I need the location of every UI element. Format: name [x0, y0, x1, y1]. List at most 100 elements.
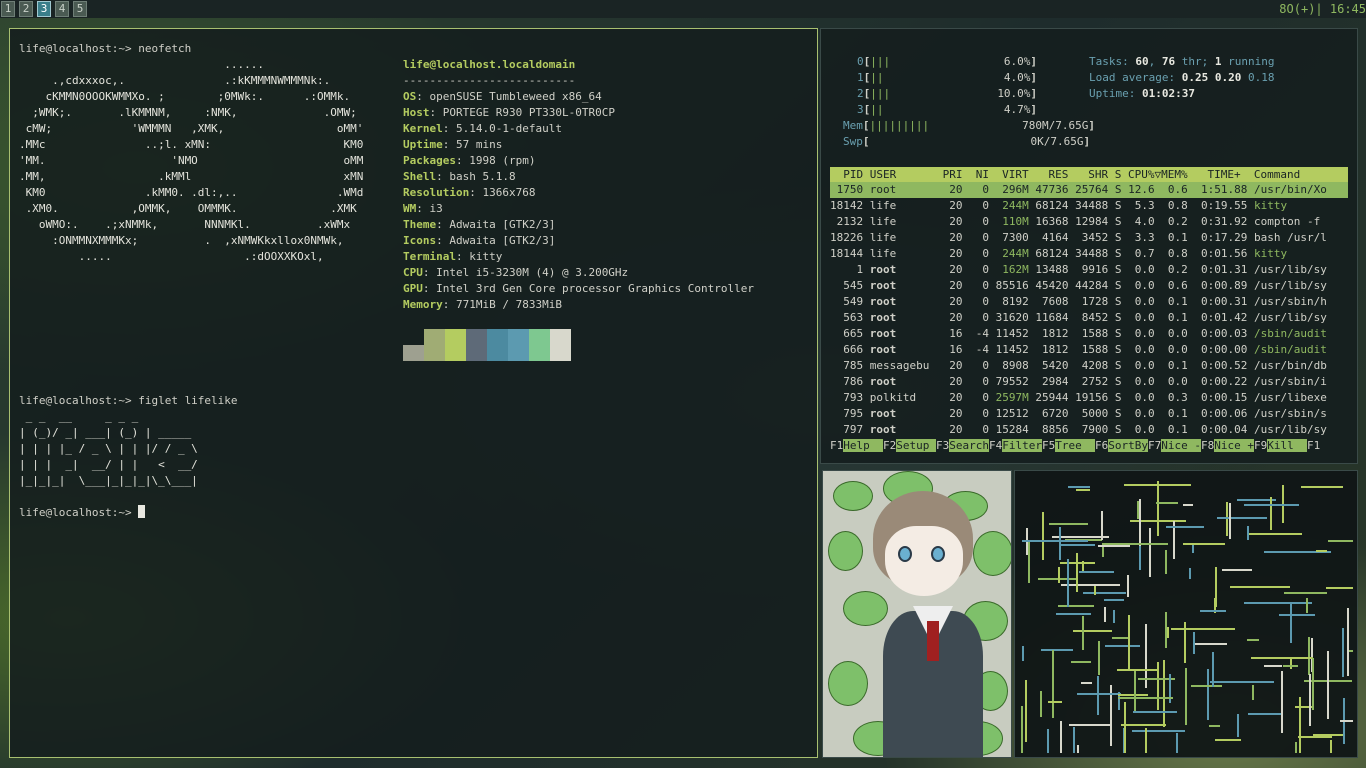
info-row-icons: Icons: Adwaita [GTK2/3] — [403, 234, 556, 247]
tasks-info: Tasks: 60, 76 thr; 1 running — [1089, 55, 1275, 68]
workspace-button-2[interactable]: 2 — [19, 1, 33, 17]
fkey-f5[interactable]: F5 — [1042, 439, 1055, 452]
info-row-cpu: CPU: Intel i5-3230M (4) @ 3.200GHz — [403, 266, 629, 279]
prompt-current[interactable]: life@localhost:~> — [19, 505, 146, 521]
process-row[interactable]: 18144 life 20 0 244M 68124 34488 S 0.7 0… — [830, 246, 1348, 262]
process-row[interactable]: 18226 life 20 0 7300 4164 3452 S 3.3 0.1… — [830, 230, 1348, 246]
pipe-segment — [1040, 691, 1042, 717]
fkey-label[interactable]: Kill — [1267, 439, 1307, 452]
color-swatch — [466, 329, 487, 361]
pipe-segment — [1022, 646, 1024, 661]
info-value: Adwaita [GTK2/3] — [449, 234, 556, 247]
fkey-label[interactable]: Setup — [896, 439, 936, 452]
load-label: Load average: — [1089, 71, 1182, 84]
pipe-segment — [1061, 584, 1120, 586]
info-value: 57 mins — [456, 138, 503, 151]
figlet-line: | | | |_ / _ \ | | |/ / _ \ — [19, 442, 198, 455]
pipe-segment — [1176, 733, 1178, 753]
info-row-os: OS: openSUSE Tumbleweed x86_64 — [403, 90, 602, 103]
cursor — [138, 505, 146, 518]
workspace-button-4[interactable]: 4 — [55, 1, 69, 17]
fkey-label[interactable]: Nice - — [1161, 439, 1201, 452]
ascii-line: ..... .:dOOXXKOxl, — [19, 250, 324, 263]
cpu-index: 1 — [857, 71, 864, 84]
info-row-kernel: Kernel: 5.14.0-1-default — [403, 122, 562, 135]
info-label: Packages — [403, 154, 456, 167]
info-row-resolution: Resolution: 1366x768 — [403, 186, 536, 199]
prompt-text: life@localhost:~> — [19, 506, 139, 519]
info-row-packages: Packages: 1998 (rpm) — [403, 154, 536, 167]
process-row[interactable]: 18142 life 20 0 244M 68124 34488 S 5.3 0… — [830, 198, 1348, 214]
fkey-f3[interactable]: F3 — [936, 439, 949, 452]
pipe-segment — [1022, 540, 1088, 542]
process-row[interactable]: 666 root 16 -4 11452 1812 1588 S 0.0 0.0… — [830, 342, 1348, 358]
process-row[interactable]: 795 root 20 0 12512 6720 5000 S 0.0 0.1 … — [830, 406, 1348, 422]
pipe-segment — [1139, 546, 1141, 570]
fkey-f9[interactable]: F9 — [1254, 439, 1267, 452]
ascii-line: :ONMMNXMMMKx; . ,xNMWKkxllox0NMWk, — [19, 234, 344, 247]
pipe-segment — [1081, 682, 1092, 684]
pipe-segment — [1312, 658, 1314, 710]
process-row[interactable]: 563 root 20 0 31620 11684 8452 S 0.0 0.1… — [830, 310, 1348, 326]
workspace-button-1[interactable]: 1 — [1, 1, 15, 17]
process-row[interactable]: 793 polkitd 20 0 2597M 25944 19156 S 0.0… — [830, 390, 1348, 406]
fkey-f4[interactable]: F4 — [989, 439, 1002, 452]
process-row[interactable]: 2132 life 20 0 110M 16368 12984 S 4.0 0.… — [830, 214, 1348, 230]
fkey-f2[interactable]: F2 — [883, 439, 896, 452]
pipe-segment — [1167, 627, 1169, 638]
fkey-label[interactable]: SortBy — [1108, 439, 1148, 452]
process-row[interactable]: 545 root 20 0 85516 45420 44284 S 0.0 0.… — [830, 278, 1348, 294]
process-row[interactable]: 786 root 20 0 79552 2984 2752 S 0.0 0.0 … — [830, 374, 1348, 390]
process-table-header[interactable]: PID USER PRI NI VIRT RES SHR S CPU%▽MEM%… — [830, 167, 1348, 182]
pipe-segment — [1056, 613, 1091, 615]
pipe-segment — [1217, 517, 1267, 519]
workspace-button-3[interactable]: 3 — [37, 1, 51, 17]
ascii-line: cKMMN0OOOKWMMXo. ; ;0MWk:. .:OMMk. — [19, 90, 351, 103]
process-row[interactable]: 1750 root 20 0 296M 47736 25764 S 12.6 0… — [830, 182, 1348, 198]
fkey-f8[interactable]: F8 — [1201, 439, 1214, 452]
terminal-window-neofetch[interactable]: life@localhost:~> neofetch ...... .,cdxx… — [9, 28, 818, 758]
info-row-gpu: GPU: Intel 3rd Gen Core processor Graphi… — [403, 282, 755, 295]
fkey-label[interactable]: Help — [843, 439, 883, 452]
cpu-meter-2: 2[||| 10.0%] — [857, 87, 1038, 100]
prompt-neofetch: life@localhost:~> neofetch — [19, 42, 192, 55]
cpu-meter-1: 1[|| 4.0%] — [857, 71, 1038, 84]
process-row[interactable]: 785 messagebu 20 0 8908 5420 4208 S 0.0 … — [830, 358, 1348, 374]
fkey-label[interactable]: Filter — [1002, 439, 1042, 452]
fkey-f1[interactable]: F1 — [1307, 439, 1320, 452]
pipe-segment — [1058, 567, 1060, 583]
leaf-shape — [828, 661, 868, 706]
process-row[interactable]: 1 root 20 0 162M 13488 9916 S 0.0 0.2 0:… — [830, 262, 1348, 278]
pipe-segment — [1309, 674, 1311, 726]
fkey-label[interactable]: Search — [949, 439, 989, 452]
pipe-segment — [1052, 650, 1054, 718]
fkey-f7[interactable]: F7 — [1148, 439, 1161, 452]
cpu-meter-3: 3[|| 4.7%] — [857, 103, 1038, 116]
mem-label: Mem — [843, 119, 863, 132]
pipe-segment — [1104, 599, 1124, 601]
pipe-segment — [1166, 526, 1204, 528]
fkey-label[interactable]: Tree — [1055, 439, 1095, 452]
uptime-label: Uptime: — [1089, 87, 1142, 100]
info-label: WM — [403, 202, 417, 215]
tasks-label: Tasks: — [1089, 55, 1136, 68]
fkey-f6[interactable]: F6 — [1095, 439, 1108, 452]
fkey-label[interactable]: Nice + — [1214, 439, 1254, 452]
process-row[interactable]: 549 root 20 0 8192 7608 1728 S 0.0 0.1 0… — [830, 294, 1348, 310]
ascii-line: 'MM. 'NMO oMM — [19, 154, 364, 167]
fkey-f1[interactable]: F1 — [830, 439, 843, 452]
pipe-segment — [1083, 592, 1126, 594]
pipe-segment — [1308, 637, 1310, 675]
pipe-segment — [1270, 497, 1272, 530]
workspace-button-5[interactable]: 5 — [73, 1, 87, 17]
pipe-segment — [1237, 714, 1239, 737]
process-row[interactable]: 665 root 16 -4 11452 1812 1588 S 0.0 0.0… — [830, 326, 1348, 342]
pipe-segment — [1157, 481, 1159, 536]
pipe-segment — [1183, 543, 1225, 545]
color-swatch — [550, 329, 571, 361]
pipe-segment — [1117, 669, 1159, 671]
pipes-animation-pane — [1014, 470, 1358, 758]
pipe-segment — [1247, 526, 1249, 540]
process-row[interactable]: 797 root 20 0 15284 8856 7900 S 0.0 0.1 … — [830, 422, 1348, 438]
info-row-shell: Shell: bash 5.1.8 — [403, 170, 516, 183]
